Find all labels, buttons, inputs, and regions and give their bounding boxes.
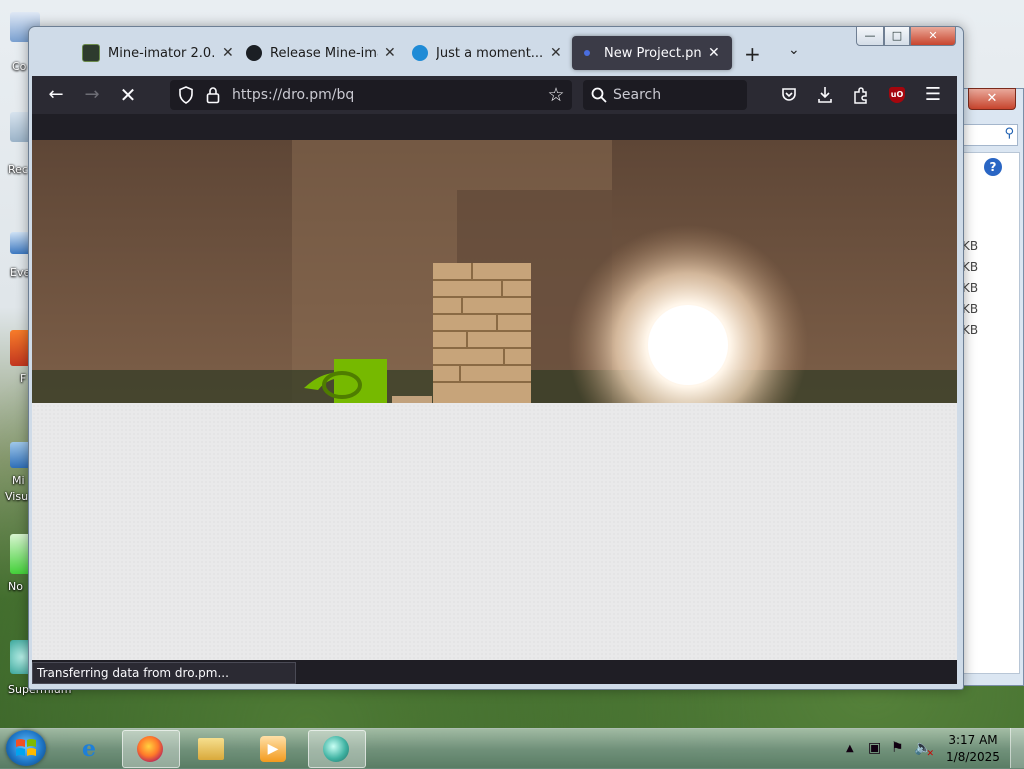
search-icon: ⚲	[1004, 126, 1014, 141]
folder-icon	[198, 738, 224, 760]
show-desktop-button[interactable]	[1010, 728, 1024, 768]
tab-new-project-png[interactable]: New Project.png (PN ✕	[572, 36, 732, 70]
cloudflare-icon	[412, 45, 428, 61]
search-icon	[591, 87, 607, 103]
tab-just-a-moment[interactable]: Just a moment... ✕	[402, 36, 562, 70]
tab-mine-imator[interactable]: Mine-imator 2.0.2 C ✕	[72, 36, 234, 70]
status-text: Transferring data from dro.pm...	[37, 666, 229, 680]
file-size-cell: KB	[962, 239, 979, 253]
forward-arrow-icon[interactable]: →	[78, 76, 106, 114]
close-tab-icon[interactable]: ✕	[550, 45, 562, 61]
search-placeholder[interactable]: Search	[613, 80, 661, 110]
hamburger-menu-icon[interactable]: ☰	[919, 76, 947, 114]
background-window-close-button[interactable]: ✕	[968, 88, 1016, 110]
bookmark-star-icon[interactable]: ☆	[542, 76, 570, 114]
tab-title: New Project.png (PN	[604, 45, 702, 61]
desktop-icon-label: Co	[12, 60, 27, 73]
mine-imator-icon	[82, 44, 100, 62]
extensions-puzzle-icon[interactable]	[852, 86, 870, 104]
network-icon[interactable]: ▣	[868, 740, 881, 756]
background-window-search-field[interactable]: ⚲	[962, 124, 1018, 146]
search-bar[interactable]	[583, 80, 747, 110]
clock-date: 1/8/2025	[946, 750, 1000, 764]
stop-loading-icon[interactable]: ✕	[114, 76, 142, 114]
url-text[interactable]: https://dro.pm/bq	[232, 80, 354, 110]
desktop-icon-label: Rec	[8, 163, 28, 176]
file-size-cell: KB	[962, 323, 979, 337]
media-player-icon: ▶	[260, 736, 286, 762]
lock-icon[interactable]	[206, 86, 220, 104]
desktop-icon-label: Mi	[12, 474, 25, 487]
close-tab-icon[interactable]: ✕	[384, 45, 396, 61]
tab-title: Just a moment...	[436, 45, 544, 61]
address-bar[interactable]	[170, 80, 572, 110]
pocket-icon[interactable]	[781, 87, 797, 103]
clock-time: 3:17 AM	[948, 733, 998, 747]
volume-muted-icon[interactable]: 🔈✕	[914, 740, 939, 759]
file-size-cell: KB	[962, 302, 979, 316]
file-size-cell: KB	[962, 260, 979, 274]
close-tab-icon[interactable]: ✕	[222, 45, 234, 61]
3d-render-image	[32, 140, 957, 403]
action-center-flag-icon[interactable]: ⚑	[891, 740, 904, 756]
desktop-icon-label: Visu	[5, 490, 29, 503]
help-icon[interactable]: ?	[984, 158, 1002, 176]
firefox-icon	[137, 736, 163, 762]
desktop-icon-label: No	[8, 580, 23, 593]
tab-github-release[interactable]: Release Mine-imator ✕	[236, 36, 396, 70]
show-hidden-icons-icon[interactable]: ▲	[846, 743, 854, 754]
bookmarks-toolbar	[32, 114, 957, 140]
desktop-icon-label: F	[20, 372, 27, 385]
ublock-origin-icon[interactable]: uO	[889, 87, 905, 103]
list-all-tabs-button[interactable]: ⌄	[788, 42, 800, 58]
windows-logo-icon	[16, 739, 36, 756]
tab-title: Release Mine-imator	[270, 45, 378, 61]
loading-image-preview	[32, 140, 957, 403]
tab-title: Mine-imator 2.0.2 C	[108, 45, 216, 61]
new-tab-button[interactable]: +	[744, 42, 761, 66]
close-tab-icon[interactable]: ✕	[708, 45, 720, 61]
file-size-cell: KB	[962, 281, 979, 295]
system-clock[interactable]: 3:17 AM 1/8/2025	[944, 732, 1002, 766]
supermium-icon	[323, 736, 349, 762]
background-window-file-list[interactable]	[962, 152, 1020, 674]
github-icon	[246, 45, 262, 61]
tracking-shield-icon[interactable]	[178, 86, 194, 104]
back-arrow-icon[interactable]: ←	[42, 76, 70, 114]
downloads-icon[interactable]	[817, 86, 833, 104]
internet-explorer-icon: e	[82, 736, 96, 762]
dropbox-dot-icon	[584, 50, 590, 56]
